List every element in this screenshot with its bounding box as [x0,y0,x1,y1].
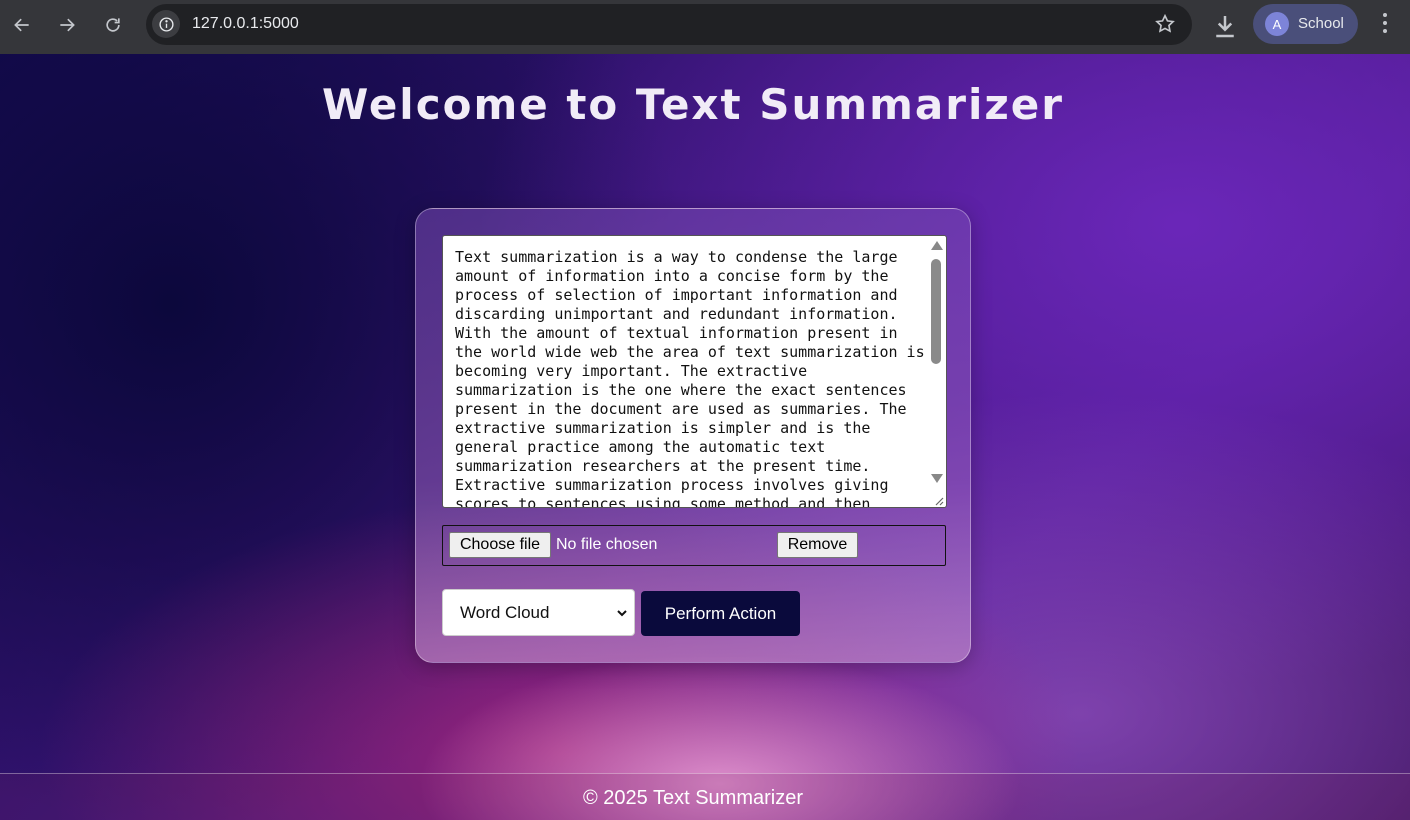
resize-grip-icon[interactable] [932,493,944,506]
file-status-text: No file chosen [556,536,658,553]
choose-file-button[interactable]: Choose file [449,532,551,558]
scroll-thumb[interactable] [931,259,941,364]
scroll-down-arrow-icon[interactable] [931,474,943,483]
forward-arrow-icon[interactable] [51,9,83,41]
footer-text: © 2025 Text Summarizer [582,787,803,809]
chevron-down-icon [617,610,627,617]
bookmark-star-icon[interactable] [1154,13,1176,35]
avatar: A [1265,12,1289,36]
file-upload-row: Choose file No file chosen Remove [442,525,946,566]
url-text[interactable]: 127.0.0.1:5000 [192,15,299,33]
reload-icon[interactable] [97,9,129,41]
back-arrow-icon[interactable] [6,9,38,41]
address-bar[interactable]: 127.0.0.1:5000 [146,4,1192,45]
textarea-scrollbar[interactable] [929,236,945,507]
browser-toolbar: 127.0.0.1:5000 A School [0,0,1410,54]
footer: © 2025 Text Summarizer [0,773,1410,820]
site-info-icon[interactable] [152,10,180,38]
kebab-menu-icon[interactable] [1374,11,1396,37]
perform-action-button[interactable]: Perform Action [641,591,800,636]
text-input-area[interactable]: Text summarization is a way to condense … [442,235,947,508]
remove-button[interactable]: Remove [777,532,858,558]
scroll-up-arrow-icon[interactable] [931,241,943,250]
profile-button[interactable]: A School [1253,4,1358,44]
download-icon[interactable] [1210,11,1240,41]
profile-name: School [1298,15,1344,32]
text-input[interactable]: Text summarization is a way to condense … [455,248,925,507]
action-select-value: Word Cloud [460,602,550,622]
summarizer-card: Text summarization is a way to condense … [415,208,971,663]
page-title: Welcome to Text Summarizer [321,80,1064,129]
action-select[interactable]: Word Cloud [442,589,635,636]
page-body: Welcome to Text Summarizer Text summariz… [0,54,1410,820]
